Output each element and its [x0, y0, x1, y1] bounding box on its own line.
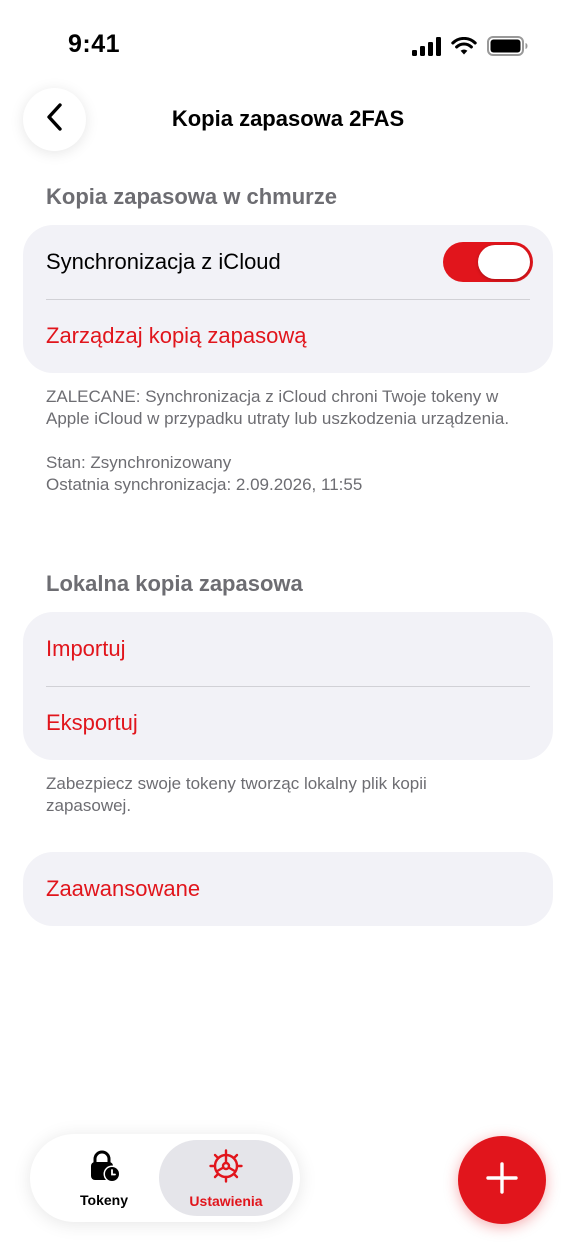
- local-footnote: Zabezpiecz swoje tokeny tworząc lokalny …: [46, 773, 466, 817]
- advanced-label: Zaawansowane: [46, 876, 201, 901]
- page-title: Kopia zapasowa 2FAS: [171, 106, 405, 131]
- cellular-signal-icon: [412, 36, 441, 56]
- gear-icon: [208, 1148, 244, 1189]
- toggle-knob: [478, 245, 530, 279]
- import-label: Importuj: [46, 636, 126, 661]
- icloud-sync-row: Synchronizacja z iCloud: [23, 225, 553, 299]
- add-token-button[interactable]: [458, 1136, 546, 1224]
- lock-clock-icon: [87, 1149, 121, 1188]
- advanced-button[interactable]: Zaawansowane: [23, 852, 553, 926]
- local-footnote-text: Zabezpiecz swoje tokeny tworząc lokalny …: [46, 774, 427, 815]
- import-button[interactable]: Importuj: [23, 612, 553, 686]
- last-sync-text: Ostatnia synchronizacja: 2.09.2026, 11:5…: [46, 475, 363, 494]
- icloud-sync-label: Synchronizacja z iCloud: [46, 249, 281, 274]
- tab-settings[interactable]: Ustawienia: [159, 1140, 293, 1216]
- local-section-header: Lokalna kopia zapasowa: [46, 571, 303, 596]
- tab-tokens[interactable]: Tokeny: [44, 1140, 164, 1216]
- tab-bar: Tokeny Ustawienia: [30, 1134, 300, 1222]
- battery-icon: [487, 36, 528, 56]
- recommendation-text: ZALECANE: Synchronizacja z iCloud chroni…: [46, 387, 510, 428]
- cloud-section-header: Kopia zapasowa w chmurze: [46, 184, 337, 209]
- status-time: 9:41: [68, 30, 121, 58]
- tab-tokens-label: Tokeny: [80, 1191, 128, 1208]
- manage-backup-label: Zarządzaj kopią zapasową: [46, 323, 307, 348]
- wifi-icon: [451, 36, 477, 56]
- advanced-group: Zaawansowane: [23, 852, 553, 926]
- export-button[interactable]: Eksportuj: [23, 686, 553, 760]
- local-backup-group: Importuj Eksportuj: [23, 612, 553, 760]
- icloud-sync-toggle[interactable]: [443, 242, 533, 282]
- cloud-footnote: ZALECANE: Synchronizacja z iCloud chroni…: [46, 386, 516, 496]
- status-icons: [412, 36, 528, 56]
- status-bar: 9:41: [0, 0, 576, 92]
- export-label: Eksportuj: [46, 710, 138, 735]
- back-button[interactable]: [23, 88, 86, 151]
- sync-status-text: Stan: Zsynchronizowany: [46, 453, 232, 472]
- cloud-backup-group: Synchronizacja z iCloud Zarządzaj kopią …: [23, 225, 553, 373]
- tab-settings-label: Ustawienia: [189, 1192, 263, 1209]
- chevron-left-icon: [45, 102, 65, 137]
- plus-icon: [485, 1161, 519, 1200]
- manage-backup-button[interactable]: Zarządzaj kopią zapasową: [23, 299, 553, 373]
